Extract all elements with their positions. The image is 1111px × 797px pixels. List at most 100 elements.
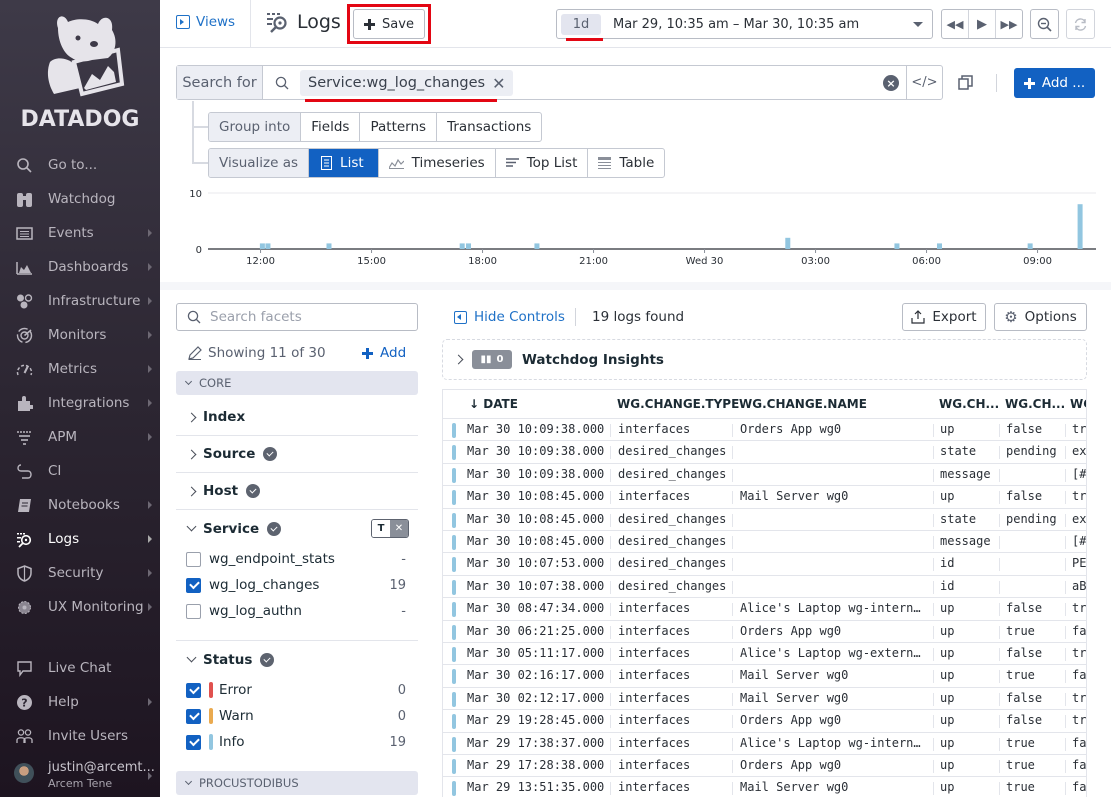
time-range-picker[interactable]: 1d Mar 29, 10:35 am – Mar 30, 10:35 am bbox=[556, 9, 933, 39]
sidebar-item-help[interactable]: ? Help bbox=[0, 685, 160, 719]
sidebar-item-integrations[interactable]: Integrations bbox=[0, 386, 160, 420]
sidebar-item-dashboards[interactable]: Dashboards bbox=[0, 250, 160, 284]
facet-search-input[interactable]: Search facets bbox=[176, 303, 418, 331]
x-tick-label: Wed 30 bbox=[686, 256, 724, 267]
checkbox[interactable] bbox=[186, 734, 201, 750]
column-header-col5[interactable]: WG.CH... bbox=[1005, 397, 1065, 411]
play-button[interactable]: ▶ bbox=[969, 10, 996, 38]
viz-option-list[interactable]: List bbox=[309, 149, 379, 177]
table-row[interactable]: Mar 30 10:08:45.000 desired_changes messag… bbox=[443, 531, 1086, 554]
search-bar[interactable]: Search for Service:wg_log_changes ✕ × </… bbox=[176, 65, 943, 100]
add-facet-button[interactable]: Add bbox=[362, 345, 406, 361]
table-row[interactable]: Mar 30 02:16:17.000 interfaces Mail Server… bbox=[443, 665, 1086, 688]
facet-group-core[interactable]: CORE bbox=[176, 371, 418, 395]
sidebar-item-infrastructure[interactable]: Infrastructure bbox=[0, 284, 160, 318]
code-view-button[interactable]: </> bbox=[906, 66, 942, 99]
sidebar-item-ci[interactable]: CI bbox=[0, 454, 160, 488]
watchdog-insights[interactable]: ▮▮ 0 Watchdog Insights bbox=[442, 339, 1087, 380]
table-row[interactable]: Mar 29 17:28:38.000 interfaces Orders App … bbox=[443, 755, 1086, 778]
refresh-button[interactable] bbox=[1066, 9, 1095, 39]
facet-index[interactable]: Index bbox=[176, 399, 418, 436]
status-value-row[interactable]: Info 19 bbox=[186, 731, 406, 753]
status-value-row[interactable]: Warn 0 bbox=[186, 705, 406, 727]
fast-forward-button[interactable]: ▶▶ bbox=[996, 10, 1022, 38]
hide-controls-button[interactable]: Hide Controls bbox=[454, 309, 565, 325]
table-cell: up bbox=[940, 623, 955, 638]
sidebar-item-logs[interactable]: Logs bbox=[0, 522, 160, 556]
clear-filter-button[interactable]: ✕ bbox=[390, 520, 408, 537]
table-row[interactable]: Mar 30 10:09:38.000 desired_changes messag… bbox=[443, 464, 1086, 487]
facet-value-row[interactable]: wg_log_authn - bbox=[186, 600, 406, 622]
checkbox[interactable] bbox=[186, 682, 201, 698]
export-button[interactable]: Export bbox=[902, 303, 986, 331]
options-button[interactable]: ⚙ Options bbox=[994, 303, 1087, 331]
save-button[interactable]: Save bbox=[353, 9, 425, 39]
column-header-date[interactable]: ↓ DATE bbox=[469, 397, 518, 411]
sidebar-item-metrics[interactable]: Metrics bbox=[0, 352, 160, 386]
rewind-button[interactable]: ◀◀ bbox=[942, 10, 969, 38]
table-header: ↓ DATE WG.CHANGE.TYPE WG.CHANGE.NAME WG.… bbox=[443, 390, 1086, 419]
table-row[interactable]: Mar 30 10:09:38.000 interfaces Orders App … bbox=[443, 419, 1086, 442]
sidebar-item-monitors[interactable]: Monitors bbox=[0, 318, 160, 352]
group-option-transactions[interactable]: Transactions bbox=[437, 113, 541, 141]
column-header-change-name[interactable]: WG.CHANGE.NAME bbox=[739, 397, 867, 411]
facet-source[interactable]: Source bbox=[176, 436, 418, 473]
table-row[interactable]: Mar 30 10:07:38.000 desired_changes id aB bbox=[443, 576, 1086, 599]
column-header-col6[interactable]: WG bbox=[1070, 397, 1086, 411]
table-row[interactable]: Mar 30 10:08:45.000 interfaces Mail Server… bbox=[443, 486, 1086, 509]
clear-query-button[interactable]: × bbox=[883, 75, 899, 91]
table-row[interactable]: Mar 30 08:47:34.000 interfaces Alice's Lap… bbox=[443, 598, 1086, 621]
sidebar-item-go-to[interactable]: Go to... bbox=[0, 148, 160, 182]
zoom-out-button[interactable] bbox=[1030, 9, 1059, 39]
facet-value-row[interactable]: wg_log_changes 19 bbox=[186, 574, 406, 596]
facet-count[interactable]: Showing 11 of 30 bbox=[188, 345, 326, 361]
column-header-change-type[interactable]: WG.CHANGE.TYPE bbox=[617, 397, 739, 411]
table-row[interactable]: Mar 30 05:11:17.000 interfaces Alice's Lap… bbox=[443, 643, 1086, 666]
copy-icon[interactable] bbox=[958, 75, 973, 90]
log-volume-chart[interactable]: 0 10 12:00 15:00 18:00 21:00 Wed 30 03:00 06:00 0… bbox=[176, 182, 1101, 272]
watchdog-insights-label: Watchdog Insights bbox=[522, 351, 664, 368]
checkbox[interactable] bbox=[186, 603, 201, 619]
datadog-logo[interactable]: DATADOG bbox=[20, 10, 140, 130]
table-row[interactable]: Mar 30 10:09:38.000 desired_changes state p… bbox=[443, 441, 1086, 464]
column-header-col4[interactable]: WG.CH... bbox=[939, 397, 999, 411]
table-row[interactable]: Mar 30 10:08:45.000 desired_changes state p… bbox=[443, 509, 1086, 531]
checkbox[interactable] bbox=[186, 577, 201, 593]
facet-host[interactable]: Host bbox=[176, 473, 418, 510]
sidebar-item-events[interactable]: Events bbox=[0, 216, 160, 250]
close-icon[interactable]: ✕ bbox=[492, 74, 505, 93]
facet-status[interactable]: Status bbox=[176, 641, 418, 678]
group-option-fields[interactable]: Fields bbox=[301, 113, 361, 141]
table-row[interactable]: Mar 29 13:51:35.000 interfaces Mail Server… bbox=[443, 777, 1086, 797]
table-row[interactable]: Mar 30 06:21:25.000 interfaces Orders App … bbox=[443, 621, 1086, 643]
group-option-patterns[interactable]: Patterns bbox=[360, 113, 438, 141]
query-chip[interactable]: Service:wg_log_changes ✕ bbox=[300, 70, 514, 96]
sidebar-item-watchdog[interactable]: Watchdog bbox=[0, 182, 160, 216]
table-row[interactable]: Mar 29 17:38:37.000 interfaces Alice's Lap… bbox=[443, 733, 1086, 755]
sidebar-item-live-chat[interactable]: Live Chat bbox=[0, 651, 160, 685]
sidebar-item-apm[interactable]: APM bbox=[0, 420, 160, 454]
verified-icon bbox=[260, 652, 275, 667]
table-row[interactable]: Mar 29 19:28:45.000 interfaces Orders App … bbox=[443, 710, 1086, 733]
status-value-count: 19 bbox=[389, 734, 406, 750]
checkbox[interactable] bbox=[186, 708, 201, 724]
viz-option-table[interactable]: Table bbox=[588, 149, 664, 177]
views-button[interactable]: Views bbox=[176, 14, 235, 30]
add-button[interactable]: Add ... bbox=[1014, 68, 1095, 98]
viz-option-toplist[interactable]: Top List bbox=[496, 149, 589, 177]
user-menu[interactable]: justin@arcemt... Arcem Tene bbox=[0, 756, 160, 792]
checkbox[interactable] bbox=[186, 551, 201, 567]
filter-button[interactable]: T bbox=[372, 520, 390, 537]
code-icon: </> bbox=[911, 75, 938, 90]
sidebar-item-ux-monitoring[interactable]: UX Monitoring bbox=[0, 590, 160, 624]
table-row[interactable]: Mar 30 02:12:17.000 interfaces Mail Server… bbox=[443, 688, 1086, 711]
sidebar-item-notebooks[interactable]: Notebooks bbox=[0, 488, 160, 522]
facet-value-row[interactable]: wg_endpoint_stats - bbox=[186, 548, 406, 570]
table-row[interactable]: Mar 30 10:07:53.000 desired_changes id PE bbox=[443, 553, 1086, 576]
viz-option-timeseries[interactable]: Timeseries bbox=[379, 149, 496, 177]
status-value-row[interactable]: Error 0 bbox=[186, 679, 406, 701]
time-duration-pill[interactable]: 1d bbox=[561, 13, 601, 35]
facet-group-procustodibus[interactable]: PROCUSTODIBUS bbox=[176, 771, 418, 795]
sidebar-item-security[interactable]: Security bbox=[0, 556, 160, 590]
sidebar-item-invite-users[interactable]: Invite Users bbox=[0, 719, 160, 753]
